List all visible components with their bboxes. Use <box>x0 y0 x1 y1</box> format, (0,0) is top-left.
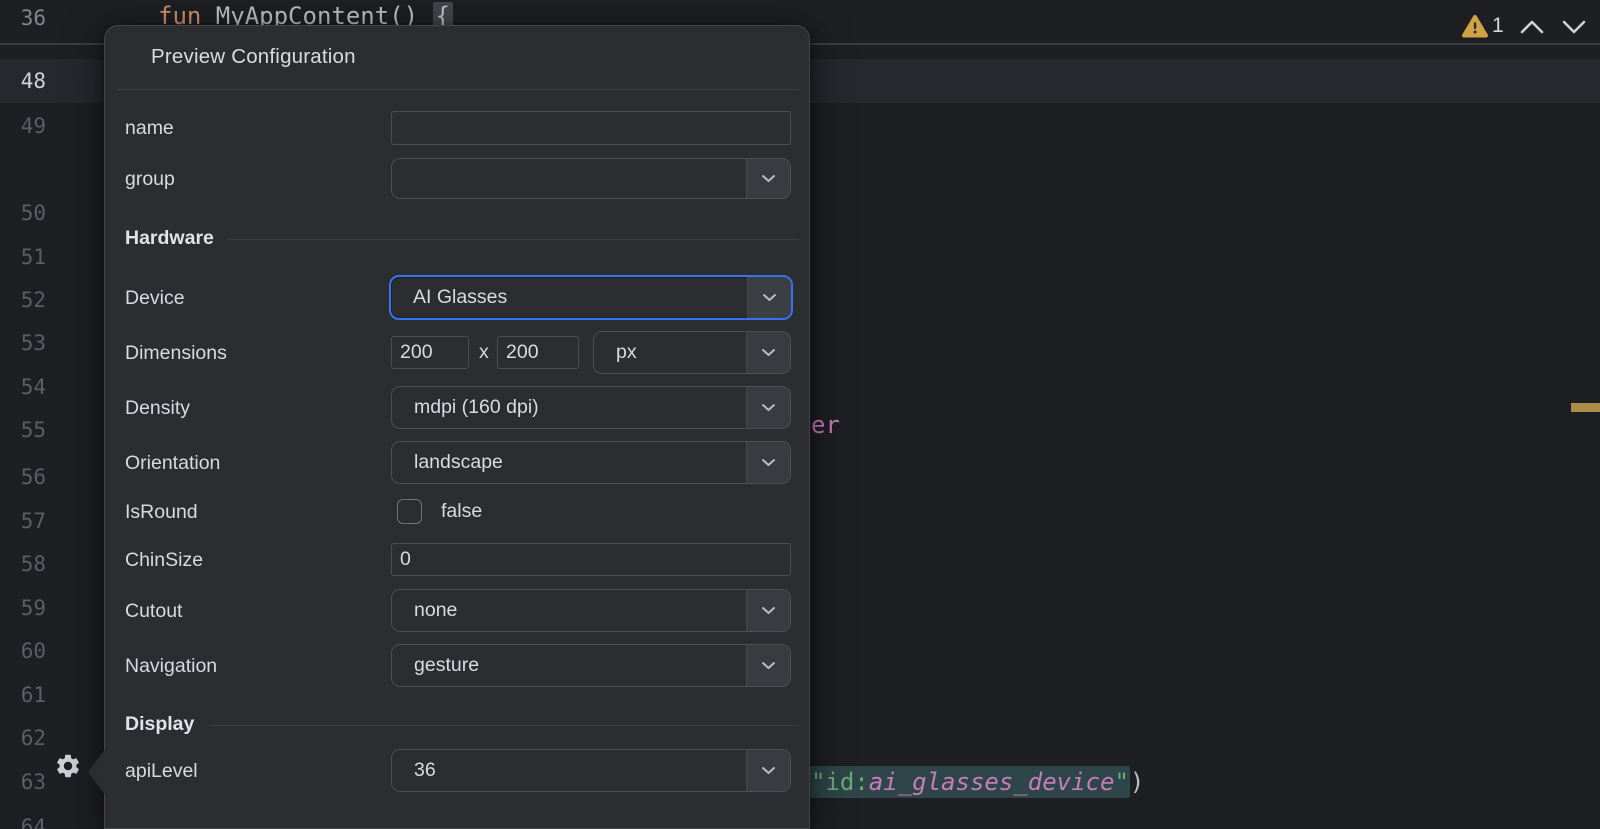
section-display: Display <box>125 713 194 736</box>
gutter-line-number[interactable]: 52 <box>0 279 46 322</box>
gutter-line-number[interactable]: 56 <box>0 456 46 499</box>
name-input[interactable] <box>391 111 791 145</box>
dimensions-label: Dimensions <box>125 341 227 365</box>
gutter-line-number[interactable]: 54 <box>0 366 46 409</box>
previous-issue-button[interactable] <box>1519 19 1545 40</box>
highlighted-usage: "id:ai_glasses_device" <box>810 766 1130 798</box>
device-value: AI Glasses <box>413 277 507 318</box>
device-select[interactable]: AI Glasses <box>389 275 793 320</box>
chevron-down-icon <box>746 332 790 373</box>
next-issue-button[interactable] <box>1561 19 1587 40</box>
device-id-token: ai_glasses_device <box>869 768 1115 796</box>
navigation-label: Navigation <box>125 654 217 678</box>
density-value: mdpi (160 dpi) <box>414 387 539 428</box>
density-select[interactable]: mdpi (160 dpi) <box>391 386 791 429</box>
gutter-line-number[interactable]: 61 <box>0 674 46 717</box>
gutter-line-number[interactable]: 63 <box>0 761 46 804</box>
chevron-down-icon <box>746 387 790 428</box>
dialog-pointer <box>88 748 106 796</box>
dimensions-separator: x <box>479 341 489 364</box>
hardware-divider <box>227 239 799 240</box>
apilevel-value: 36 <box>414 750 436 791</box>
dimension-height-input[interactable] <box>497 336 579 369</box>
section-hardware: Hardware <box>125 227 214 250</box>
display-divider <box>210 725 799 726</box>
code-fragment-peek: er <box>811 403 840 447</box>
navigation-select[interactable]: gesture <box>391 644 791 687</box>
name-label: name <box>125 116 174 140</box>
preview-config-gear-icon[interactable] <box>54 752 82 780</box>
gutter-line-number[interactable]: 51 <box>0 236 46 279</box>
gutter-line-number[interactable]: 36 <box>0 0 46 40</box>
cutout-label: Cutout <box>125 599 182 623</box>
chevron-down-icon <box>746 750 790 791</box>
gutter-line-number[interactable]: 48 <box>0 60 46 103</box>
chevron-down-icon <box>746 645 790 686</box>
isround-checkbox[interactable] <box>397 499 422 524</box>
chevron-down-icon <box>746 442 790 483</box>
gutter-line-number[interactable]: 53 <box>0 322 46 365</box>
device-label: Device <box>125 286 185 310</box>
apilevel-label: apiLevel <box>125 759 198 783</box>
gutter-line-number[interactable]: 57 <box>0 500 46 543</box>
orientation-label: Orientation <box>125 451 220 475</box>
string-open: "id: <box>811 768 869 796</box>
group-label: group <box>125 167 175 191</box>
title-divider <box>117 89 799 90</box>
chinsize-label: ChinSize <box>125 548 203 572</box>
gutter-line-number[interactable]: 60 <box>0 630 46 673</box>
apilevel-select[interactable]: 36 <box>391 749 791 792</box>
gutter-line-number[interactable]: 49 <box>0 105 46 148</box>
preview-configuration-dialog: Preview Configuration name group Hardwar… <box>104 25 810 829</box>
cutout-value: none <box>414 590 457 631</box>
warning-icon[interactable] <box>1461 14 1489 44</box>
chevron-down-icon <box>747 277 791 318</box>
orientation-select[interactable]: landscape <box>391 441 791 484</box>
gutter-line-number[interactable]: 59 <box>0 587 46 630</box>
chinsize-input[interactable] <box>391 543 791 576</box>
dialog-title: Preview Configuration <box>151 45 356 69</box>
paren-token: ) <box>1130 768 1144 796</box>
isround-label: IsRound <box>125 500 198 524</box>
group-select[interactable] <box>391 158 791 199</box>
density-label: Density <box>125 396 190 420</box>
code-line-63: "id:ai_glasses_device") <box>810 760 1144 804</box>
chevron-down-icon <box>746 159 790 198</box>
orientation-value: landscape <box>414 442 503 483</box>
cutout-select[interactable]: none <box>391 589 791 632</box>
dimension-width-input[interactable] <box>391 336 469 369</box>
scrollbar-warning-stripe[interactable] <box>1571 403 1600 412</box>
gutter-line-number[interactable]: 50 <box>0 192 46 235</box>
gutter-line-number[interactable]: 62 <box>0 717 46 760</box>
chevron-down-icon <box>746 590 790 631</box>
gutter-line-number[interactable]: 55 <box>0 409 46 452</box>
string-close: " <box>1114 768 1128 796</box>
warning-count: 1 <box>1492 13 1504 39</box>
gutter-line-number[interactable]: 58 <box>0 543 46 586</box>
navigation-value: gesture <box>414 645 479 686</box>
unit-value: px <box>616 332 637 373</box>
gutter-line-number[interactable]: 64 <box>0 806 46 829</box>
isround-value: false <box>441 500 482 523</box>
dimension-unit-select[interactable]: px <box>593 331 791 374</box>
